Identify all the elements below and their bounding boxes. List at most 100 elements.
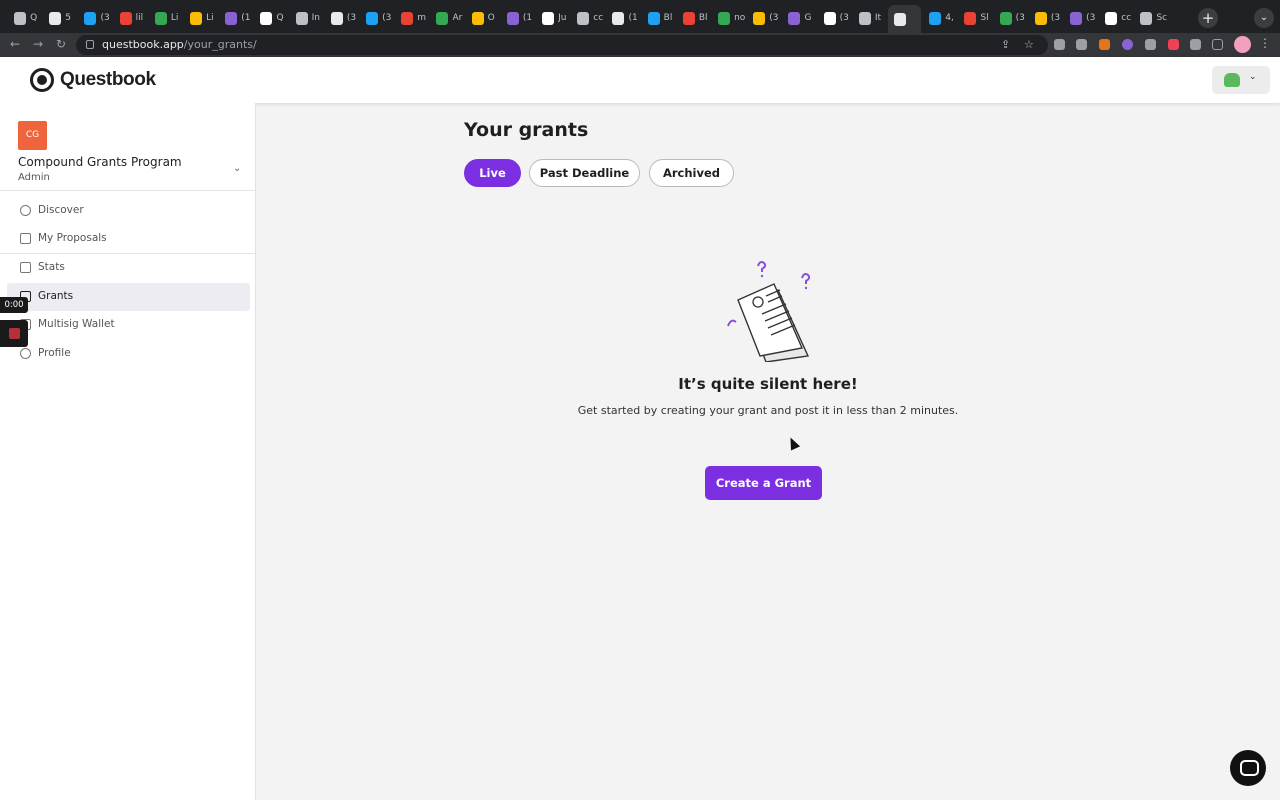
tab-search-icon[interactable]: ⌄: [1254, 8, 1274, 28]
favicon-icon: [929, 11, 942, 25]
extension-icon[interactable]: [1054, 39, 1065, 50]
browser-tab[interactable]: cc: [1099, 7, 1132, 29]
sidebar-item-discover[interactable]: Discover: [7, 197, 250, 225]
favicon-icon: [295, 11, 308, 25]
sidebar-item-multisig-wallet[interactable]: Multisig Wallet: [7, 311, 250, 339]
favicon-icon: [858, 11, 871, 25]
browser-tab-title: (3: [769, 13, 779, 23]
org-name[interactable]: Compound Grants Program: [18, 155, 182, 169]
browser-tab[interactable]: Sl: [958, 7, 991, 29]
favicon-icon: [330, 11, 343, 25]
browser-tab[interactable]: [888, 5, 922, 33]
tab-live[interactable]: Live: [464, 159, 521, 187]
gear-icon: [20, 348, 31, 359]
browser-tab[interactable]: (3: [78, 7, 111, 29]
favicon-icon: [225, 11, 238, 25]
browser-tab[interactable]: Sc: [1134, 7, 1167, 29]
browser-tab[interactable]: Q: [254, 7, 287, 29]
browser-tab[interactable]: lil: [114, 7, 147, 29]
reload-icon[interactable]: ↻: [56, 37, 66, 51]
browser-toolbar: ← → ↻ questbook.app/your_grants/ ⇪ ☆ ⋮: [0, 33, 1280, 57]
browser-tab[interactable]: (3: [1029, 7, 1062, 29]
favicon-icon: [788, 11, 801, 25]
tab-archived[interactable]: Archived: [649, 159, 734, 187]
tab-past-deadline[interactable]: Past Deadline: [529, 159, 640, 187]
sidebar-item-profile[interactable]: Profile: [7, 340, 250, 368]
app-header: Questbook ⌄: [0, 57, 1280, 103]
browser-tab-strip: Q 5 (3 lil Li Li (1 Q In (3 (3 m Ar O (1 Ju cc (1 Bl Bl no (3…: [0, 0, 1280, 33]
browser-tab[interactable]: Q: [8, 7, 41, 29]
favicon-icon: [647, 11, 660, 25]
url-path: /your_grants/: [183, 38, 257, 51]
browser-tab[interactable]: (1: [606, 7, 639, 29]
browser-tab[interactable]: Bl: [677, 7, 710, 29]
browser-tab[interactable]: (3: [325, 7, 358, 29]
browser-tab[interactable]: Bl: [642, 7, 675, 29]
browser-tab-title: G: [804, 13, 812, 23]
favicon-icon: [1140, 11, 1153, 25]
browser-tab[interactable]: Li: [184, 7, 217, 29]
metamask-icon[interactable]: [1099, 39, 1110, 50]
browser-tab[interactable]: (3: [747, 7, 780, 29]
browser-tab[interactable]: (3: [1064, 7, 1097, 29]
browser-tab-title: It: [874, 13, 882, 23]
browser-tab-title: Sc: [1156, 13, 1168, 23]
browser-tab[interactable]: no: [712, 7, 745, 29]
browser-tab[interactable]: (1: [501, 7, 534, 29]
wallet-avatar-icon: [1224, 73, 1240, 87]
browser-tab[interactable]: It: [853, 7, 886, 29]
chat-support-button[interactable]: [1230, 750, 1266, 786]
browser-tab[interactable]: 5: [43, 7, 76, 29]
favicon-icon: [682, 11, 695, 25]
bookmark-star-icon[interactable]: ☆: [1024, 38, 1034, 51]
favicon-icon: [154, 11, 167, 25]
share-icon[interactable]: ⇪: [1001, 38, 1010, 51]
browser-tab[interactable]: (1: [219, 7, 252, 29]
favicon-icon: [1070, 11, 1083, 25]
address-bar[interactable]: questbook.app/your_grants/ ⇪ ☆: [76, 35, 1048, 55]
browser-tab[interactable]: G: [782, 7, 815, 29]
browser-tab[interactable]: cc: [571, 7, 604, 29]
browser-tab[interactable]: (3: [994, 7, 1027, 29]
profile-avatar[interactable]: [1234, 36, 1251, 53]
create-grant-button[interactable]: Create a Grant: [705, 466, 822, 500]
pocket-icon[interactable]: [1168, 39, 1179, 50]
browser-tab[interactable]: O: [466, 7, 499, 29]
sidebar-item-stats[interactable]: Stats: [7, 254, 250, 282]
favicon-icon: [366, 11, 379, 25]
sidebar-item-my-proposals[interactable]: My Proposals: [7, 225, 250, 253]
browser-tab[interactable]: Ar: [430, 7, 463, 29]
browser-tab[interactable]: (3: [360, 7, 393, 29]
url-text: questbook.app/your_grants/: [102, 38, 257, 51]
extension-icon[interactable]: [1145, 39, 1156, 50]
empty-state-illustration: [727, 261, 811, 362]
favicon-icon: [823, 11, 836, 25]
browser-tab-title: Bl: [698, 13, 708, 23]
browser-tab[interactable]: (3: [818, 7, 851, 29]
recording-timer: 0:00: [0, 297, 28, 313]
extension-icon[interactable]: [1122, 39, 1133, 50]
favicon-icon: [1105, 11, 1118, 25]
browser-tab-title: 5: [65, 13, 71, 23]
browser-tab[interactable]: 4,: [923, 7, 956, 29]
favicon-icon: [260, 11, 273, 25]
browser-tab[interactable]: Ju: [536, 7, 569, 29]
browser-tab-title: (3: [100, 13, 110, 23]
questbook-logo[interactable]: Questbook: [30, 68, 156, 92]
side-panel-icon[interactable]: [1212, 39, 1223, 50]
sidebar-item-grants[interactable]: Grants: [7, 283, 250, 311]
stop-recording-button[interactable]: [0, 320, 28, 347]
org-role: Admin: [18, 172, 50, 183]
kebab-menu-icon[interactable]: ⋮: [1259, 36, 1271, 50]
notion-icon[interactable]: [1076, 39, 1087, 50]
browser-tab[interactable]: In: [290, 7, 323, 29]
back-icon[interactable]: ←: [10, 37, 20, 51]
browser-tab[interactable]: m: [395, 7, 428, 29]
new-tab-button[interactable]: +: [1198, 8, 1218, 28]
wallet-menu-button[interactable]: ⌄: [1212, 66, 1270, 94]
favicon-icon: [14, 11, 27, 25]
puzzle-icon[interactable]: [1190, 39, 1201, 50]
forward-icon[interactable]: →: [33, 37, 43, 51]
chevron-down-icon[interactable]: ⌄: [233, 163, 241, 174]
browser-tab[interactable]: Li: [149, 7, 182, 29]
